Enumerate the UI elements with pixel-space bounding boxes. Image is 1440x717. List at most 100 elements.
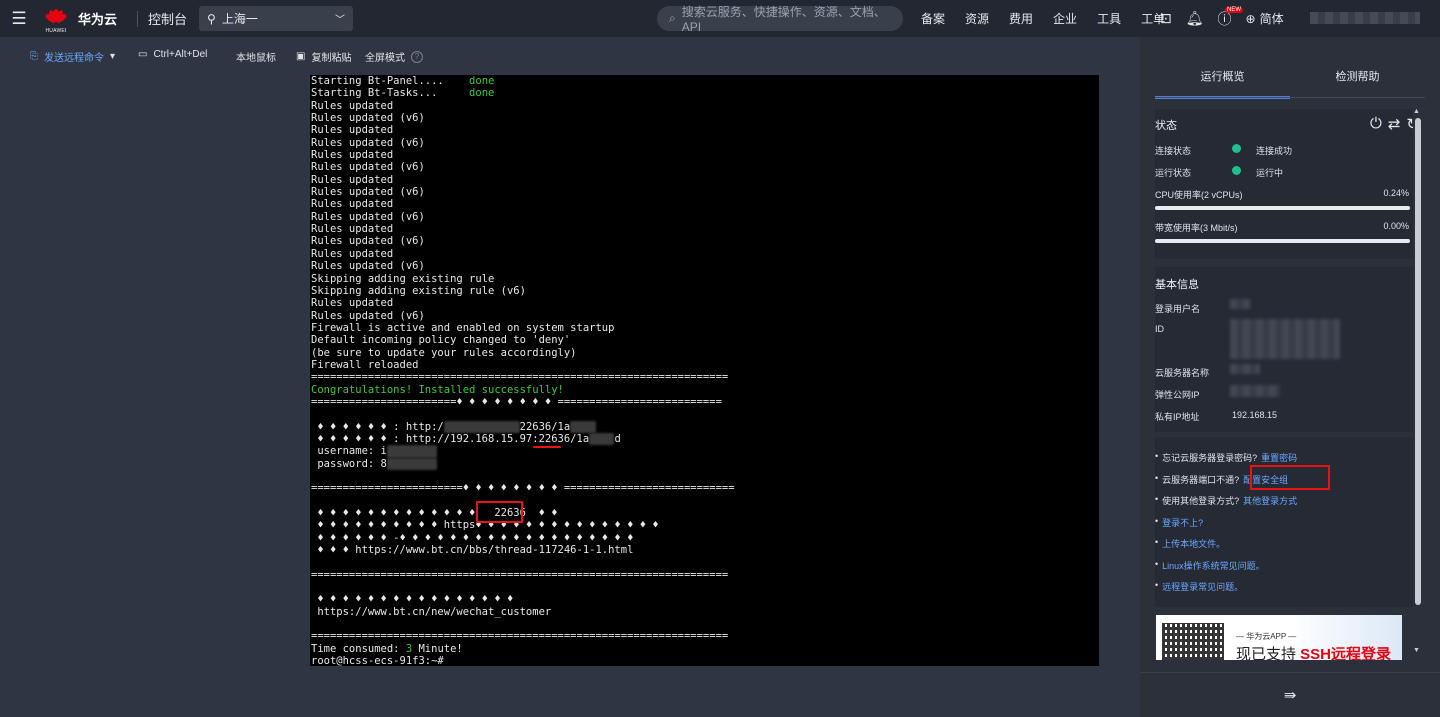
upload-file-link[interactable]: 上传本地文件。 — [1162, 537, 1225, 550]
remote-toolbar: ⎘ 发送远程命令 ▾ ▭ Ctrl+Alt+Del 本地鼠标 ▣ 复制粘贴 全屏… — [0, 37, 1140, 75]
conn-status-dot — [1232, 144, 1241, 153]
send-command-button[interactable]: ⎘ 发送远程命令 ▾ — [30, 49, 115, 64]
console-link[interactable]: 控制台 — [148, 9, 187, 28]
ctrl-alt-del-button[interactable]: ▭ Ctrl+Alt+Del — [138, 49, 207, 60]
search-input[interactable]: ⌕ 搜索云服务、快捷操作、资源、文档、API — [657, 5, 903, 34]
panel-tabs: 运行概览 检测帮助 — [1155, 59, 1425, 99]
tab-diagnose[interactable]: 检测帮助 — [1290, 59, 1425, 99]
masked-username — [1230, 299, 1250, 309]
conn-value: 连接成功 — [1256, 146, 1293, 156]
tip-cannot-login: • 登录不上? — [1155, 516, 1204, 529]
masked-eip — [1230, 385, 1280, 397]
terminal-line: Rules updated (v6) — [311, 186, 425, 199]
scroll-up-icon[interactable]: ▲ — [1413, 108, 1420, 115]
language-label: 简体 — [1259, 12, 1284, 26]
terminal-line: Skipping adding existing rule (v6) — [311, 284, 526, 297]
terminal-line: ♦ ♦ ♦ ♦ ♦ ♦ -♦ ♦ ♦ ♦ ♦ ♦ ♦ ♦ ♦ ♦ ♦ ♦ ♦ ♦… — [311, 531, 634, 544]
copy-paste-button[interactable]: ▣ 复制粘贴 — [296, 49, 351, 64]
terminal-line: ♦ ♦ ♦ ♦ ♦ ♦ ♦ ♦ ♦ ♦ https♦ ♦ ♦ ♦ ♦ ♦ ♦ ♦… — [311, 519, 659, 532]
basic-info-card: 基本信息 登录用户名 ID 云服务器名称 弹性公网IP 私有IP地址 192.1… — [1155, 267, 1417, 432]
language-switch[interactable]: ⊕ 简体 — [1246, 10, 1284, 27]
terminal-line: Rules updated (v6) — [311, 210, 425, 223]
run-label: 运行状态 — [1155, 168, 1192, 178]
terminal-line: password: 8XXXXXXXX — [311, 457, 1099, 470]
eip-label: 弹性公网IP — [1155, 390, 1200, 400]
nav-beian[interactable]: 备案 — [921, 10, 945, 27]
chevron-down-icon: ﹀ — [335, 15, 346, 26]
terminal-line: ♦ ♦ ♦ ♦ ♦ ♦ ♦ ♦ ♦ ♦ ♦ ♦ ♦ ♦ ♦ ♦ — [311, 593, 514, 606]
brand-name: 华为云 — [78, 12, 118, 27]
app-promo-banner[interactable]: — 华为云APP — 现已支持 SSH远程登录 — [1156, 615, 1402, 660]
panel-scroll-thumb[interactable] — [1415, 118, 1421, 605]
terminal-line: Time consumed: 3 Minute! — [311, 642, 463, 655]
nav-enterprise[interactable]: 企业 — [1053, 10, 1077, 27]
bandwidth-value: 0.00% — [1383, 221, 1409, 231]
terminal-line: Rules updated — [311, 198, 394, 211]
bell-icon[interactable]: 🔔︎ — [1186, 10, 1204, 27]
local-mouse-button[interactable]: 本地鼠标 — [236, 49, 276, 64]
search-placeholder: 搜索云服务、快捷操作、资源、文档、API — [681, 5, 886, 34]
cpu-label: CPU使用率(2 vCPUs) — [1155, 190, 1243, 200]
collapse-panel-button[interactable]: ⇛ — [1140, 672, 1440, 717]
tab-divider — [1155, 97, 1425, 98]
terminal-line: root@hcss-ecs-91f3:~# — [311, 655, 444, 666]
collapse-arrow-icon: ⇛ — [1283, 687, 1297, 704]
caret-down-icon: ▾ — [110, 51, 116, 62]
masked-server-name — [1230, 364, 1260, 374]
terminal-line: Rules updated — [311, 149, 394, 162]
terminal-line: Starting Bt-Tasks... done — [311, 87, 495, 100]
scroll-down-icon[interactable]: ▼ — [1413, 647, 1420, 654]
switch-icon[interactable]: ⇄ — [1388, 115, 1401, 133]
server-name-label: 云服务器名称 — [1155, 368, 1210, 378]
terminal-line: ========================================… — [311, 630, 729, 643]
terminal-line: Rules updated (v6) — [311, 235, 425, 248]
search-icon: ⌕ — [669, 11, 676, 25]
nav-resources[interactable]: 资源 — [965, 10, 989, 27]
terminal-line: Rules updated — [311, 297, 394, 310]
account-name-masked[interactable] — [1310, 12, 1420, 24]
brand[interactable]: HUAWEI 华为云 — [38, 7, 127, 34]
terminal-line: Rules updated (v6) — [311, 112, 425, 125]
terminal-line: Rules updated — [311, 223, 394, 236]
run-status-dot — [1232, 166, 1241, 175]
banner-app-label: — 华为云APP — — [1236, 632, 1297, 641]
id-label: ID — [1155, 324, 1164, 334]
copy-paste-label: 复制粘贴 — [311, 53, 352, 64]
cpu-value: 0.24% — [1383, 188, 1409, 198]
terminal-line: Default incoming policy changed to 'deny… — [311, 334, 571, 347]
terminal-line: Rules updated (v6) — [311, 161, 425, 174]
terminal-line: =======================♦ ♦ ♦ ♦ ♦ ♦ ♦ ♦ =… — [311, 395, 722, 408]
terminal-line: Rules updated — [311, 247, 394, 260]
other-login-link[interactable]: 其他登录方式 — [1243, 494, 1297, 507]
tip-linux-faq: • Linux操作系统常见问题。 — [1155, 559, 1265, 572]
nav-billing[interactable]: 费用 — [1009, 10, 1033, 27]
question-icon[interactable]: ? — [411, 50, 423, 63]
help-tips-card: • 忘记云服务器登录密码? 重置密码 • 云服务器端口不通? 配置安全组 • 使用其他登录… — [1155, 437, 1417, 607]
cpu-progress-bar — [1155, 206, 1410, 210]
menu-icon[interactable]: ☰ — [0, 0, 38, 37]
terminal-line: ========================♦ ♦ ♦ ♦ ♦ ♦ ♦ ♦ … — [311, 482, 735, 495]
nav-tools[interactable]: 工具 — [1097, 10, 1121, 27]
divider — [137, 10, 139, 27]
qr-code — [1162, 623, 1224, 660]
terminal-line: ========================================… — [311, 371, 729, 384]
terminal-line: Rules updated (v6) — [311, 309, 425, 322]
region-select[interactable]: ⚲ 上海一 ﹀ — [199, 6, 354, 31]
send-command-label: 发送远程命令 — [44, 53, 104, 64]
cloud-shell-icon[interactable]: ⊡ — [1160, 10, 1172, 27]
terminal-line: Skipping adding existing rule — [311, 272, 495, 285]
tab-overview[interactable]: 运行概览 — [1155, 59, 1290, 99]
terminal-line: ♦ ♦ ♦ ♦ ♦ ♦ : http:/XXXXXXXXXXXX22636/1a… — [311, 420, 1099, 433]
terminal-line: Rules updated (v6) — [311, 260, 425, 273]
remote-terminal[interactable]: Starting Bt-Panel.... done Starting Bt-Ta… — [310, 75, 1099, 666]
private-ip-value: 192.168.15 — [1232, 410, 1278, 420]
power-icon[interactable]: ⏻ — [1370, 115, 1382, 133]
cannot-login-link[interactable]: 登录不上? — [1162, 516, 1203, 529]
fullscreen-button[interactable]: 全屏模式 ? — [365, 49, 423, 64]
remote-faq-link[interactable]: 远程登录常见问题。 — [1162, 580, 1243, 593]
reset-password-link[interactable]: 重置密码 — [1261, 451, 1297, 464]
linux-faq-link[interactable]: Linux操作系统常见问题。 — [1162, 559, 1265, 572]
